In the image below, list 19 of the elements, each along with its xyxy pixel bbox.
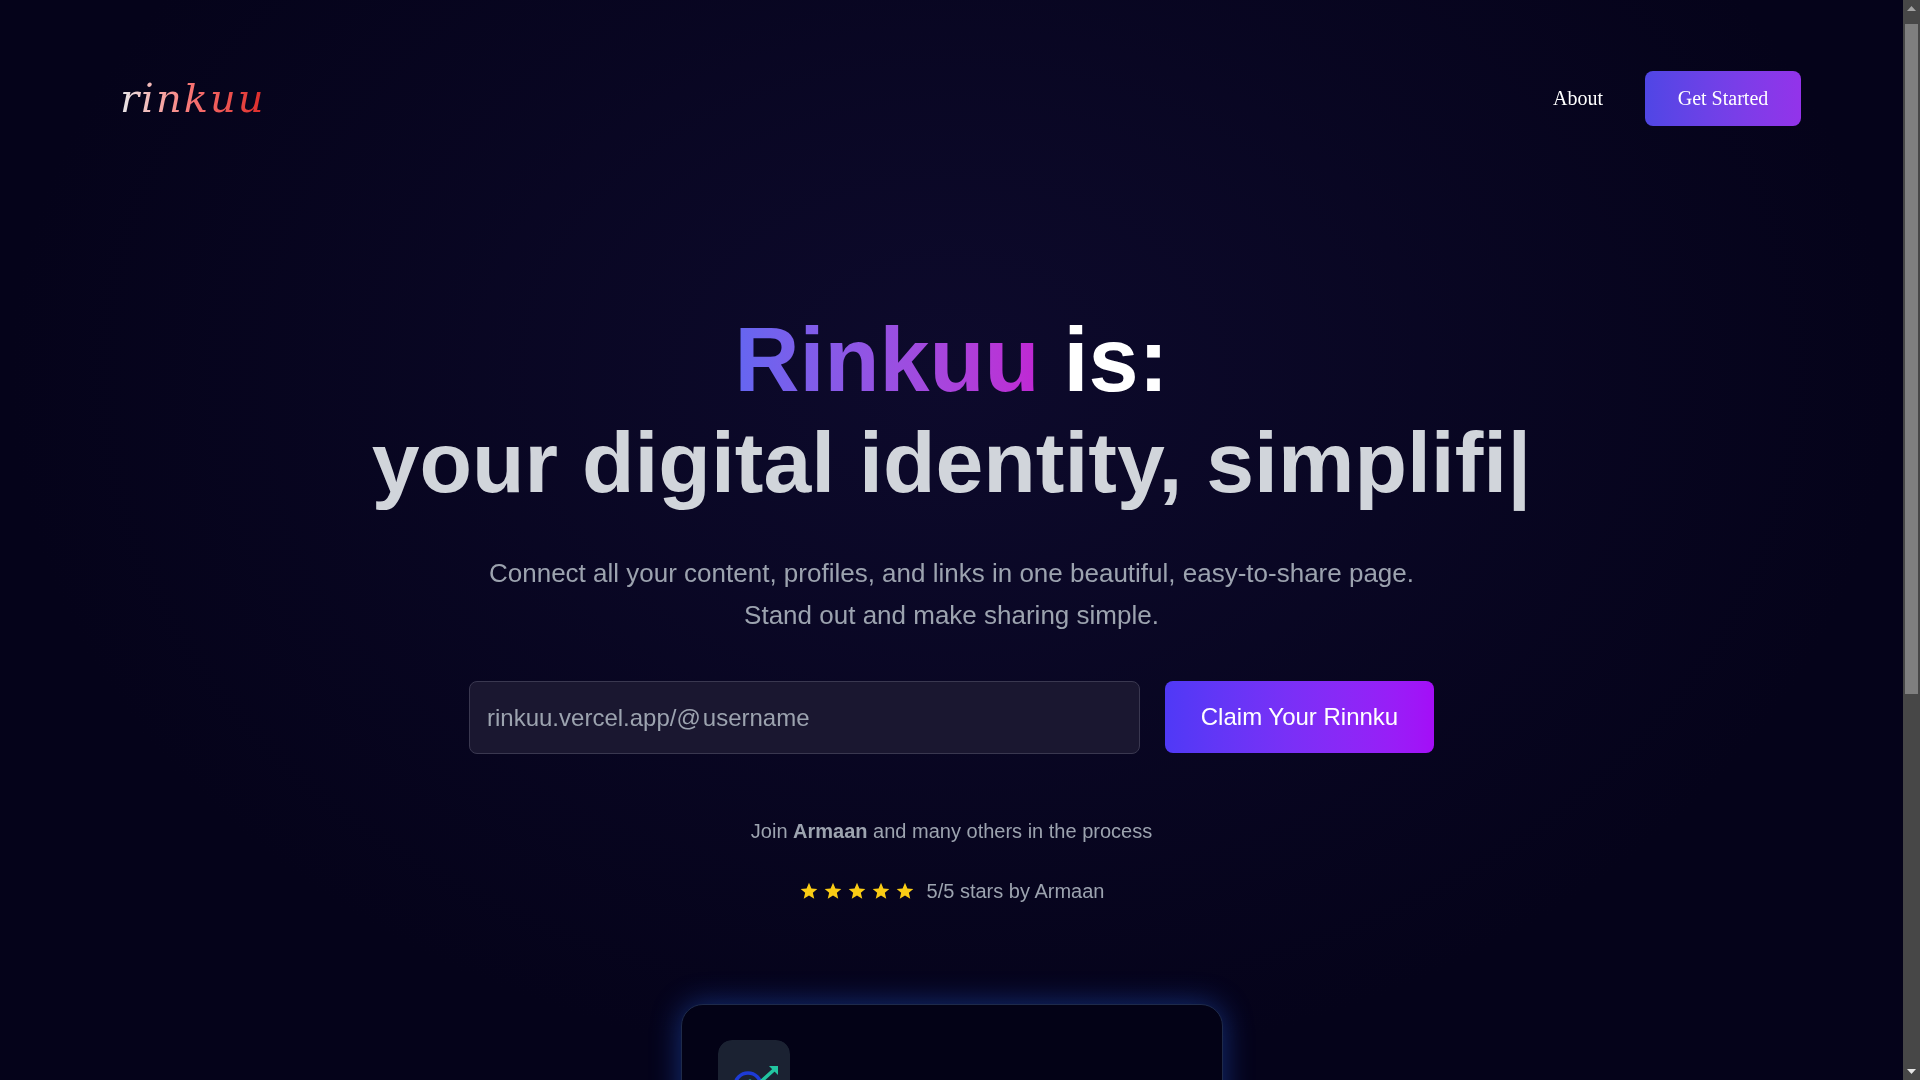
get-started-button[interactable]: Get Started <box>1645 70 1801 126</box>
subtitle: Stand out and make sharing simple. <box>744 600 1159 630</box>
username-input[interactable]: username <box>702 699 1122 736</box>
headline: is: <box>1063 310 1169 410</box>
claim-button[interactable]: Claim Your Rinnku <box>1165 681 1434 753</box>
star-icon <box>798 881 819 901</box>
star-icon <box>846 881 867 901</box>
nav-link[interactable]: About <box>1553 83 1603 113</box>
subtitle: Connect all your content, profiles, and links in one beautiful, easy-to-share page. <box>489 558 1414 588</box>
rating-text: 5/5 stars by Armaan <box>926 879 1105 904</box>
social-proof-text: Join Armaan and many others in the process <box>750 819 1153 844</box>
typed-line: your digital identity, simplifi| <box>371 413 1532 512</box>
scrollbar[interactable] <box>1903 0 1920 1080</box>
url-prefix: rinkuu.vercel.app/@ <box>487 702 701 733</box>
star-icon <box>894 881 915 901</box>
username-field[interactable]: rinkuu.vercel.app/@username <box>469 681 1140 754</box>
star-icon <box>870 881 891 901</box>
star-icon <box>822 881 843 901</box>
scrollbar-thumb[interactable] <box>1905 24 1918 694</box>
